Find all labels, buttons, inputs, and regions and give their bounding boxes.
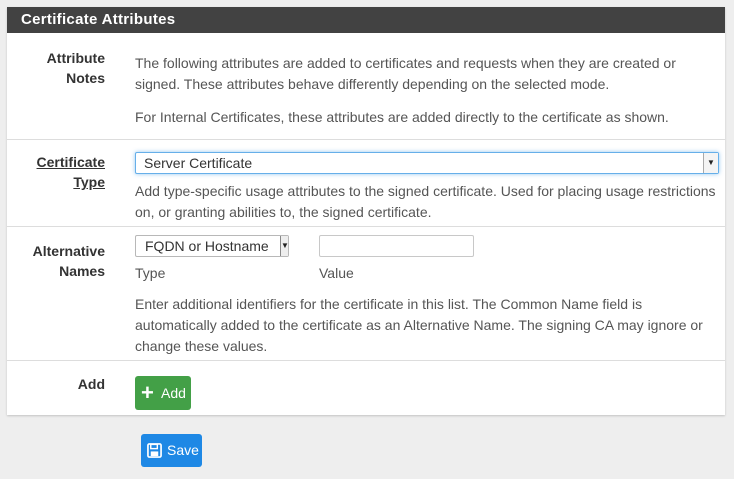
add-button-label: Add	[161, 385, 186, 401]
add-row: Add + Add	[7, 360, 725, 415]
chevron-down-icon: ▼	[703, 153, 718, 173]
save-button[interactable]: Save	[141, 434, 202, 467]
attribute-notes-row: Attribute Notes The following attributes…	[7, 33, 725, 139]
certificate-attributes-panel: Certificate Attributes Attribute Notes T…	[7, 7, 725, 415]
panel-title: Certificate Attributes	[7, 7, 725, 33]
alternative-names-help: Enter additional identifiers for the cer…	[135, 296, 703, 354]
certificate-type-select[interactable]: Server Certificate ▼	[135, 152, 719, 174]
plus-icon: +	[141, 380, 154, 405]
floppy-disk-icon	[147, 443, 162, 458]
attribute-notes-label: Attribute Notes	[46, 50, 105, 86]
alternative-names-row: Alternative Names FQDN or Hostname ▼ Typ…	[7, 226, 725, 360]
chevron-down-icon: ▼	[280, 236, 289, 256]
certificate-type-label[interactable]: Certificate Type	[7, 152, 105, 192]
attribute-notes-text: The following attributes are added to ce…	[135, 55, 676, 92]
certificate-type-row: Certificate Type Server Certificate ▼ Ad…	[7, 139, 725, 226]
add-label: Add	[77, 376, 105, 392]
alternative-name-type-select[interactable]: FQDN or Hostname ▼	[135, 235, 289, 257]
save-button-label: Save	[167, 442, 199, 458]
add-button[interactable]: + Add	[135, 376, 191, 410]
certificate-type-selected: Server Certificate	[144, 155, 253, 171]
value-sublabel: Value	[319, 265, 354, 281]
attribute-notes-internal-text: For Internal Certificates, these attribu…	[135, 109, 669, 125]
alternative-names-label: Alternative Names	[32, 243, 105, 279]
alternative-name-value-input[interactable]	[319, 235, 474, 257]
type-sublabel: Type	[135, 265, 166, 281]
certificate-type-help: Add type-specific usage attributes to th…	[135, 183, 716, 220]
alternative-name-type-selected: FQDN or Hostname	[145, 238, 269, 254]
attribute-notes-content: The following attributes are added to ce…	[135, 53, 719, 128]
